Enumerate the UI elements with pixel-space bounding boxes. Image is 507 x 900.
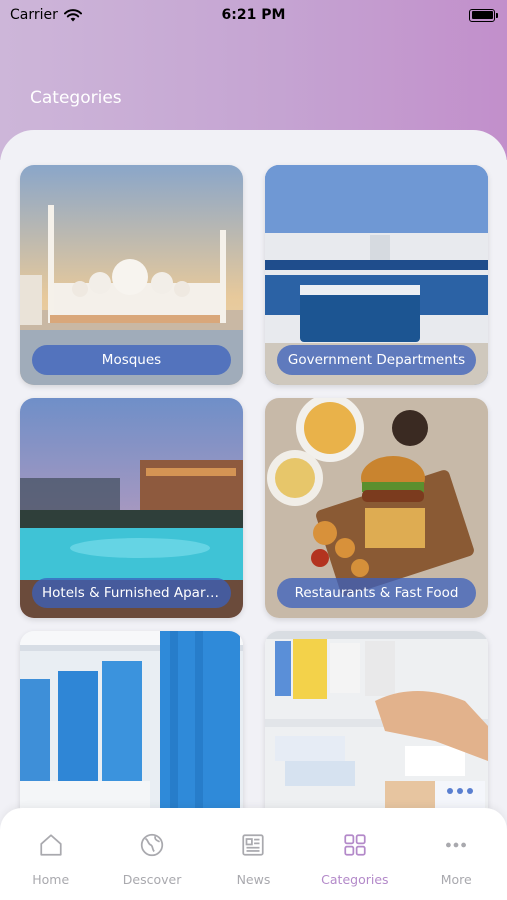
tab-label: Descover bbox=[122, 872, 182, 887]
category-label: Restaurants & Fast Food bbox=[277, 578, 476, 608]
category-card-government[interactable]: Government Departments bbox=[265, 165, 488, 385]
category-label: Government Departments bbox=[277, 345, 476, 375]
carrier-label: Carrier bbox=[10, 7, 58, 23]
bottom-tab-bar: Home Descover News Categories More bbox=[0, 808, 507, 900]
more-icon bbox=[446, 842, 467, 848]
tab-label: News bbox=[236, 872, 271, 887]
tab-news[interactable]: News bbox=[213, 832, 293, 900]
tab-home[interactable]: Home bbox=[11, 832, 91, 900]
category-card-hotels[interactable]: Hotels & Furnished Apartm... bbox=[20, 398, 243, 618]
category-label: Hotels & Furnished Apartm... bbox=[32, 578, 231, 608]
status-bar: Carrier 6:21 PM bbox=[0, 0, 507, 30]
tab-label: More bbox=[440, 872, 472, 887]
category-label: Mosques bbox=[32, 345, 231, 375]
globe-icon bbox=[140, 833, 164, 857]
newspaper-icon bbox=[242, 834, 265, 856]
category-card-restaurants[interactable]: Restaurants & Fast Food bbox=[265, 398, 488, 618]
tab-label: Home bbox=[32, 872, 70, 887]
page-title: Categories bbox=[30, 88, 122, 108]
battery-icon bbox=[469, 8, 498, 22]
grid-icon bbox=[344, 834, 366, 856]
tab-label: Categories bbox=[321, 872, 389, 887]
status-left: Carrier bbox=[10, 7, 82, 23]
category-card-mosques[interactable]: Mosques bbox=[20, 165, 243, 385]
tab-descover[interactable]: Descover bbox=[112, 832, 192, 900]
wifi-icon bbox=[63, 8, 82, 21]
tab-more[interactable]: More bbox=[416, 832, 496, 900]
home-icon bbox=[40, 834, 62, 856]
tab-categories[interactable]: Categories bbox=[315, 832, 395, 900]
